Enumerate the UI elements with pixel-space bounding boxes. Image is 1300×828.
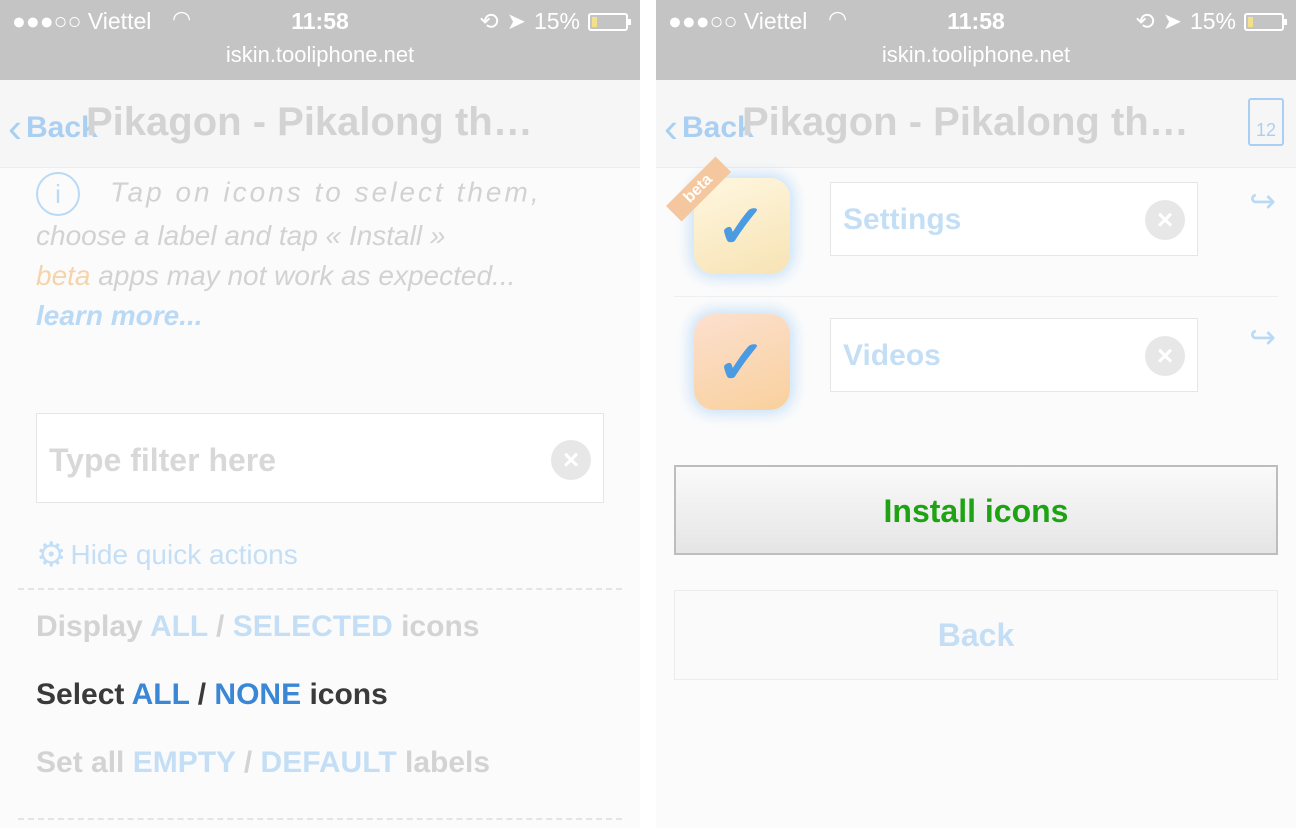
filter-input[interactable]: Type filter here ×	[36, 413, 604, 503]
back-button[interactable]: Back	[674, 590, 1278, 680]
battery-icon	[1244, 12, 1287, 31]
labels-row: Set all EMPTY / DEFAULT labels	[36, 746, 490, 780]
clear-label-icon[interactable]: ×	[1145, 336, 1185, 376]
nav-bar: ‹ Back Pikagon - Pikalong th…	[0, 80, 640, 168]
left-screen: ●●●○○ Viettel ◠ 11:58 ⟲ ➤ 15% iskin.tool…	[0, 0, 640, 828]
chevron-left-icon: ‹	[664, 104, 678, 151]
beta-word: beta	[36, 260, 91, 291]
display-all-link[interactable]: ALL	[150, 610, 208, 643]
clear-label-icon[interactable]: ×	[1145, 200, 1185, 240]
learn-more-link[interactable]: learn more...	[36, 296, 604, 336]
status-bar: ●●●○○ Viettel ◠ 11:58 ⟲ ➤ 15%	[656, 0, 1296, 40]
divider	[18, 588, 622, 590]
display-row: Display ALL / SELECTED icons	[36, 610, 479, 644]
download-icon[interactable]: 12	[1248, 98, 1284, 146]
beta-warning: apps may not work as expected...	[90, 260, 516, 291]
quick-actions-label: Hide quick actions	[70, 539, 298, 570]
label-input[interactable]: Videos ×	[830, 318, 1198, 392]
hide-quick-actions-link[interactable]: ⚙ Hide quick actions	[36, 535, 298, 575]
info-line-3: beta apps may not work as expected...	[36, 256, 604, 296]
label-input[interactable]: Settings ×	[830, 182, 1198, 256]
status-bar: ●●●○○ Viettel ◠ 11:58 ⟲ ➤ 15%	[0, 0, 640, 40]
install-icons-button[interactable]: Install icons	[674, 465, 1278, 555]
checkmark-icon: ✓	[716, 193, 767, 260]
select-prefix: Select	[36, 678, 132, 711]
select-suffix: icons	[301, 678, 388, 711]
download-count: 12	[1255, 120, 1277, 140]
labels-default-link[interactable]: DEFAULT	[261, 746, 397, 779]
info-line-2: choose a label and tap « Install »	[36, 220, 446, 251]
location-arrow-icon: ➤	[506, 8, 526, 34]
clear-filter-icon[interactable]: ×	[551, 440, 591, 480]
filter-placeholder: Type filter here	[49, 442, 277, 478]
app-row: ✓ beta Settings × ↪	[666, 156, 1278, 302]
gear-icon: ⚙	[36, 536, 67, 574]
nav-bar: ‹ Back Pikagon - Pikalong th… 12	[656, 80, 1296, 168]
page-title: Pikagon - Pikalong th…	[86, 100, 533, 144]
info-line-1: Tap on icons to select them,	[110, 176, 542, 208]
url-bar[interactable]: iskin.tooliphone.net	[656, 40, 1296, 80]
back-nav-button[interactable]: ‹ Back	[664, 104, 754, 152]
info-icon: i	[36, 172, 80, 216]
info-text: i Tap on icons to select them, choose a l…	[36, 172, 604, 336]
share-icon[interactable]: ↪	[1249, 318, 1276, 356]
display-selected-link[interactable]: SELECTED	[233, 610, 393, 643]
labels-sep: /	[235, 746, 261, 779]
right-screen: ●●●○○ Viettel ◠ 11:58 ⟲ ➤ 15% iskin.tool…	[656, 0, 1296, 828]
app-row: ✓ Videos × ↪	[674, 304, 1278, 438]
display-suffix: icons	[392, 610, 480, 643]
select-sep: /	[189, 678, 215, 711]
display-prefix: Display	[36, 610, 150, 643]
divider	[18, 818, 622, 820]
lock-rotation-icon: ⟲	[1135, 8, 1155, 34]
status-right: ⟲ ➤ 15%	[1135, 8, 1287, 35]
labels-suffix: labels	[396, 746, 491, 779]
url-bar[interactable]: iskin.tooliphone.net	[0, 40, 640, 80]
divider	[674, 296, 1278, 297]
select-all-link[interactable]: ALL	[132, 678, 190, 711]
location-arrow-icon: ➤	[1162, 8, 1182, 34]
select-none-link[interactable]: NONE	[214, 678, 301, 711]
status-right: ⟲ ➤ 15%	[479, 8, 631, 35]
labels-prefix: Set all	[36, 746, 133, 779]
label-value: Videos	[843, 339, 941, 372]
display-sep: /	[207, 610, 233, 643]
label-value: Settings	[843, 203, 962, 236]
battery-percent: 15%	[1189, 8, 1236, 34]
checkmark-icon: ✓	[716, 329, 767, 396]
chevron-left-icon: ‹	[8, 104, 22, 151]
page-title: Pikagon - Pikalong th…	[742, 100, 1189, 144]
share-icon[interactable]: ↪	[1249, 182, 1276, 220]
labels-empty-link[interactable]: EMPTY	[133, 746, 236, 779]
app-icon[interactable]: ✓	[694, 314, 790, 410]
battery-icon	[588, 12, 631, 31]
lock-rotation-icon: ⟲	[479, 8, 499, 34]
back-nav-button[interactable]: ‹ Back	[8, 104, 98, 152]
battery-percent: 15%	[533, 8, 580, 34]
select-row: Select ALL / NONE icons	[36, 678, 388, 712]
